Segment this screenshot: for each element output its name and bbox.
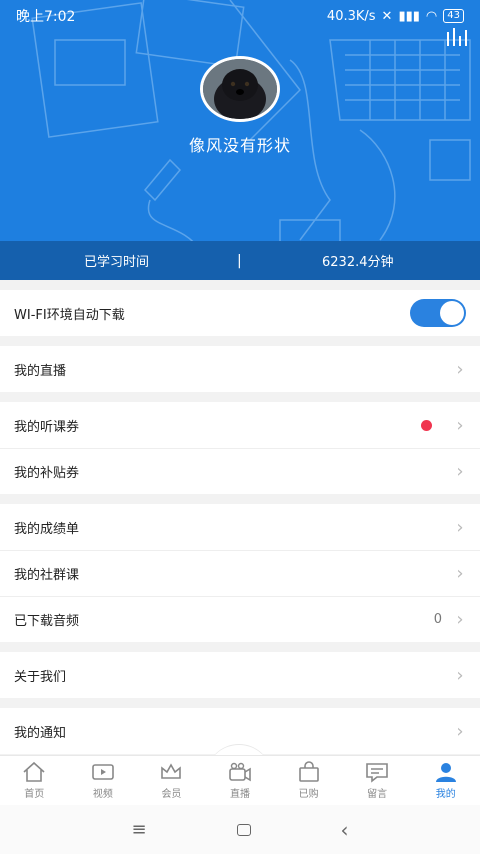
toggle-knob — [440, 301, 464, 325]
battery-indicator: 43 — [443, 9, 464, 23]
nickname: 像风没有形状 — [188, 136, 291, 155]
menu-item-label: 我的听课券 — [14, 419, 80, 435]
chevron-right-icon: › — [456, 516, 464, 538]
tab-label: 会员 — [161, 789, 182, 800]
menu-item-about[interactable]: 关于我们 › — [0, 652, 480, 698]
menu-item-community[interactable]: 我的社群课 › — [0, 550, 480, 596]
bag-icon — [298, 761, 319, 782]
back-icon[interactable]: ‹ — [341, 818, 349, 842]
tab-live[interactable]: 直播 — [206, 756, 275, 805]
tab-label: 已购 — [298, 789, 319, 800]
status-time: 晚上7:02 — [16, 9, 76, 25]
profile-header: 晚上7:02 40.3K/s ✕ ▮▮▮ ◠ 43 像风没有形状 已学习时间 |… — [0, 0, 480, 280]
stats-icon[interactable] — [444, 26, 468, 46]
tab-member[interactable]: 会员 — [137, 756, 206, 805]
study-separator: | — [237, 252, 242, 269]
study-time-bar: 已学习时间 | 6232.4分钟 — [0, 241, 480, 280]
network-speed: 40.3K/s — [326, 8, 376, 24]
chevron-right-icon: › — [456, 563, 464, 584]
tab-mine[interactable]: 我的 — [411, 756, 480, 805]
chevron-right-icon: › — [456, 414, 464, 436]
home-icon — [23, 761, 45, 782]
camera-icon — [229, 762, 251, 782]
home-square-icon[interactable] — [236, 823, 251, 836]
menu-item-label: 我的补贴券 — [14, 466, 80, 481]
menu-item-subsidy[interactable]: 我的补贴券 › — [0, 448, 480, 494]
user-icon — [435, 763, 456, 782]
puppy-avatar-image — [203, 59, 277, 119]
tab-home[interactable]: 首页 — [0, 756, 69, 805]
menu-item-report[interactable]: 我的成绩单 › — [0, 504, 480, 550]
tab-label: 我的 — [435, 789, 456, 800]
chevron-right-icon: › — [456, 664, 464, 686]
study-time-label: 已学习时间 — [84, 255, 150, 270]
wifi-download-label: WI-FI环境自动下载 — [14, 307, 125, 323]
menu-item-label: 关于我们 — [14, 669, 67, 685]
tab-message[interactable]: 留言 — [343, 756, 412, 805]
chevron-right-icon: › — [456, 609, 464, 630]
downloaded-count: 0 — [433, 612, 442, 627]
avatar[interactable] — [200, 56, 280, 122]
menu-item-label: 我的成绩单 — [14, 521, 80, 537]
study-time-value: 6232.4分钟 — [322, 255, 394, 270]
signal-icon: ▮▮▮ — [398, 8, 420, 24]
wifi-download-toggle[interactable] — [410, 299, 466, 327]
menu-item-live[interactable]: 我的直播 › — [0, 346, 480, 392]
menu-item-coupon[interactable]: 我的听课券 › — [0, 402, 480, 448]
wifi-icon: ◠ — [425, 8, 438, 24]
mute-icon: ✕ — [381, 8, 393, 24]
tab-video[interactable]: 视频 — [69, 756, 138, 805]
crown-icon — [161, 763, 182, 779]
wifi-download-row: WI-FI环境自动下载 — [0, 290, 480, 336]
system-nav-bar: ≡ ‹ — [0, 805, 480, 854]
tab-label: 首页 — [24, 789, 45, 800]
tab-purchased[interactable]: 已购 — [274, 756, 343, 805]
chevron-right-icon: › — [456, 358, 464, 380]
menu-item-label: 已下载音频 — [14, 614, 80, 629]
menu-item-downloaded[interactable]: 已下载音频 0 › — [0, 596, 480, 642]
menu-item-label: 我的社群课 — [14, 568, 80, 583]
unread-dot — [421, 419, 432, 431]
status-bar: 晚上7:02 40.3K/s ✕ ▮▮▮ ◠ 43 — [0, 0, 480, 32]
tab-label: 直播 — [230, 789, 251, 800]
tab-label: 视频 — [92, 789, 113, 800]
bottom-tab-bar: 首页 视频 会员 直播 已购 留言 我的 — [0, 755, 480, 805]
tab-label: 留言 — [367, 789, 388, 800]
video-icon — [92, 764, 114, 780]
chevron-right-icon: › — [456, 461, 464, 482]
settings-menu: WI-FI环境自动下载 我的直播 › 我的听课券 › 我的补贴券 › 我的成绩单… — [0, 290, 480, 754]
menu-item-label: 我的直播 — [14, 363, 67, 379]
menu-icon[interactable]: ≡ — [131, 819, 146, 840]
menu-item-label: 我的通知 — [14, 725, 67, 741]
message-icon — [366, 763, 388, 783]
chevron-right-icon: › — [456, 720, 464, 742]
